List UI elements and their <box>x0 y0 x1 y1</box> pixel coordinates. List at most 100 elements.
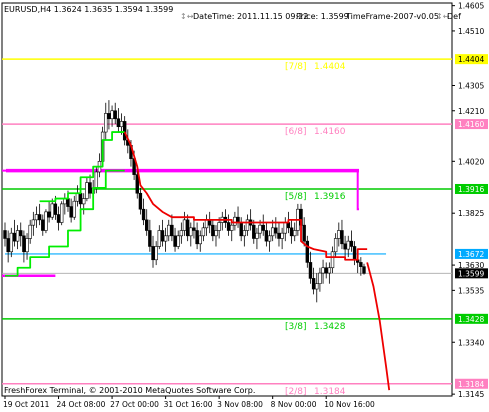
candle-body <box>9 232 13 253</box>
candle-body <box>245 219 250 231</box>
candle-body <box>170 224 174 237</box>
candle-body <box>321 267 325 274</box>
candle-body <box>255 232 259 239</box>
candle-body <box>119 121 124 128</box>
candle-body <box>217 222 221 231</box>
murrey-level-label: [2/8] <box>285 387 307 397</box>
candle-body <box>3 230 7 239</box>
candle-body <box>192 227 196 231</box>
candle-body <box>346 240 350 250</box>
candle-body <box>160 230 165 242</box>
candle-body <box>239 222 243 237</box>
murrey-level-value: 1.4404 <box>314 62 346 72</box>
price-tag-label: 1.3599 <box>458 269 484 278</box>
price-chart[interactable]: [7/8] 1.4404 [6/8] 1.4160 [5/8] 1.3916 [3/8] 1.… <box>0 0 489 412</box>
price-tag-label: 1.3672 <box>458 250 484 259</box>
candle-body <box>47 211 51 218</box>
candle-body <box>82 198 86 205</box>
candle-body <box>113 110 117 120</box>
candle-body <box>167 224 171 237</box>
candle-body <box>280 232 284 239</box>
price-tag-label: 1.3916 <box>458 185 484 194</box>
murrey-level-label: [5/8] <box>285 192 307 202</box>
x-tick-label: 31 Oct 16:00 <box>164 400 213 409</box>
candle-body <box>173 235 177 247</box>
candle-body <box>349 240 354 247</box>
candle-body <box>141 208 146 221</box>
candle-body <box>41 219 45 231</box>
candle-body <box>151 246 155 261</box>
x-tick-label: 10 Nov 16:00 <box>324 400 375 409</box>
candle-body <box>318 272 322 285</box>
x-tick-label: 24 Oct 08:00 <box>57 400 106 409</box>
y-tick-label: 1.4210 <box>458 107 484 116</box>
candle-body <box>264 230 269 242</box>
candle-body <box>261 224 265 231</box>
price-label: Price: 1.3599 <box>296 12 349 21</box>
x-tick-label: 27 Oct 00:00 <box>110 400 159 409</box>
candle-body <box>315 283 319 290</box>
candle-body <box>214 230 218 237</box>
murrey-level-value: 1.4160 <box>314 127 346 137</box>
y-tick-label: 1.4510 <box>458 27 484 36</box>
candle-body <box>145 219 149 231</box>
price-tag-label: 1.4404 <box>458 55 484 64</box>
candle-body <box>293 230 297 237</box>
candle-body <box>28 224 32 239</box>
candle-body <box>305 240 310 263</box>
candle-body <box>340 230 344 245</box>
candle-body <box>22 235 26 253</box>
candle-body <box>72 200 76 218</box>
candle-body <box>352 246 357 261</box>
price-tag-label: 1.3428 <box>458 315 484 324</box>
candle-body <box>19 230 23 237</box>
candle-body <box>69 206 73 218</box>
candle-body <box>12 232 17 242</box>
candle-body <box>116 118 121 128</box>
murrey-level-value: 1.3916 <box>314 192 346 202</box>
murrey-level-label: [3/8] <box>285 322 307 332</box>
murrey-level-value: 1.3428 <box>314 322 346 332</box>
candle-body <box>31 219 36 226</box>
candle-body <box>88 182 92 194</box>
candle-body <box>274 227 278 234</box>
x-tick-label: 8 Nov 00:00 <box>271 400 317 409</box>
y-tick-label: 1.3145 <box>458 390 484 399</box>
candle-body <box>343 243 347 250</box>
candle-body <box>211 224 215 237</box>
candle-body <box>157 230 162 247</box>
candle-body <box>267 235 272 242</box>
candle-body <box>270 227 275 237</box>
candle-body <box>308 262 313 279</box>
murrey-level-label: [7/8] <box>285 62 307 72</box>
candle-body <box>34 214 39 221</box>
murrey-level-value: 1.3184 <box>314 387 346 397</box>
candle-body <box>230 224 234 231</box>
candle-body <box>242 230 247 237</box>
candle-body <box>50 203 54 218</box>
candle-body <box>182 219 187 231</box>
candle-body <box>110 110 114 120</box>
x-tick-label: 19 Oct 2011 <box>3 400 50 409</box>
candle-body <box>204 219 209 229</box>
symbol-ohlc-header: EURUSD,H4 1.3624 1.3635 1.3594 1.3599 <box>4 5 173 14</box>
y-tick-label: 1.3340 <box>458 338 484 347</box>
candle-body <box>198 235 202 245</box>
y-tick-label: 1.4605 <box>458 2 484 11</box>
candle-body <box>302 224 306 242</box>
candle-body <box>195 230 199 245</box>
candle-body <box>163 235 168 242</box>
candle-body <box>185 219 190 237</box>
candle-body <box>176 235 180 247</box>
candle-body <box>107 113 111 120</box>
candle-body <box>189 227 193 237</box>
candle-body <box>330 251 335 269</box>
candle-body <box>94 171 99 189</box>
candle-body <box>252 224 256 239</box>
y-tick-label: 1.3535 <box>458 286 484 295</box>
candle-body <box>25 238 29 253</box>
y-tick-label: 1.4020 <box>458 157 484 166</box>
expand-arrows-icon[interactable]: ↕↔ <box>180 12 194 21</box>
candle-body <box>104 113 108 133</box>
timeframe-label: TimeFrame-2007-v0.05 <box>345 12 439 21</box>
